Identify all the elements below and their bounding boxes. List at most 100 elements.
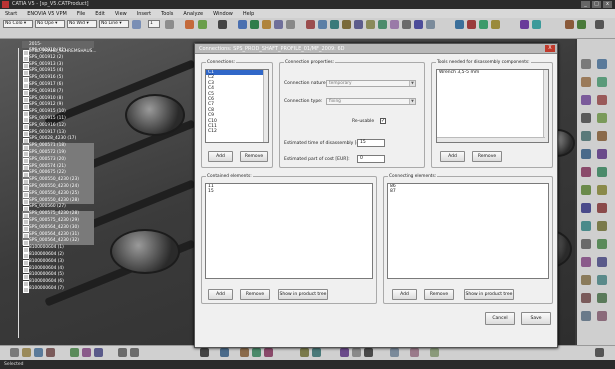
new-icon[interactable] xyxy=(10,348,19,357)
minimize-button[interactable]: _ xyxy=(581,1,590,8)
close-surface-icon[interactable] xyxy=(597,275,607,285)
isometric-icon[interactable] xyxy=(426,20,435,29)
section-icon[interactable] xyxy=(532,20,541,29)
type-select[interactable]: fixing ▼ xyxy=(326,98,416,105)
reusable-checkbox[interactable]: ✓ xyxy=(380,118,386,124)
camera-icon[interactable] xyxy=(364,348,373,357)
formula-icon[interactable] xyxy=(300,348,309,357)
tree-item[interactable]: SPS_000573 (20) xyxy=(22,156,94,165)
play-icon[interactable] xyxy=(286,20,295,29)
shaft-icon[interactable] xyxy=(581,95,591,105)
tree-item[interactable]: SPS_001915 (11) xyxy=(22,116,94,124)
vertical-scrollbar[interactable] xyxy=(543,70,548,142)
fly-mode-icon[interactable] xyxy=(200,348,209,357)
tree-item[interactable]: 8100000604 (2) xyxy=(22,252,94,260)
tree-item[interactable]: 8100000604 (6) xyxy=(22,279,94,287)
menu-analyze[interactable]: Analyze xyxy=(183,11,203,17)
shell-icon[interactable] xyxy=(597,149,607,159)
add-tool-button[interactable]: Add xyxy=(440,151,465,162)
zoom-bottom-icon[interactable] xyxy=(264,348,273,357)
sketch-icon[interactable] xyxy=(306,20,315,29)
plane-icon[interactable] xyxy=(597,59,607,69)
search-icon[interactable] xyxy=(410,348,419,357)
zoom-in-icon[interactable] xyxy=(330,20,339,29)
pointer-icon[interactable] xyxy=(218,20,227,29)
rotate-bottom-icon[interactable] xyxy=(252,348,261,357)
paint-icon[interactable] xyxy=(185,20,194,29)
links-icon[interactable] xyxy=(390,348,399,357)
connecting-elements-list[interactable]: 86 87 xyxy=(387,183,549,279)
menu-tools[interactable]: Tools xyxy=(161,11,173,17)
list-item[interactable]: C12 xyxy=(206,129,268,134)
sketcher-icon[interactable] xyxy=(581,59,591,69)
render-icon[interactable] xyxy=(366,20,375,29)
pattern-icon[interactable] xyxy=(597,167,607,177)
properties-icon[interactable] xyxy=(430,348,439,357)
menu-start[interactable]: Start xyxy=(5,11,17,17)
tree-item[interactable]: SPS_000550_4230 (24) xyxy=(22,183,94,192)
menu-window[interactable]: Window xyxy=(213,11,233,17)
close-window-button[interactable]: x xyxy=(603,1,612,8)
split-icon[interactable] xyxy=(581,203,591,213)
open-icon[interactable] xyxy=(22,348,31,357)
tree-item[interactable]: SPS_000571 (18) xyxy=(22,143,94,151)
pan-icon[interactable] xyxy=(318,20,327,29)
add-connecting-button[interactable]: Add xyxy=(392,289,417,300)
measure-icon[interactable] xyxy=(520,20,529,29)
cancel-button[interactable]: Cancel xyxy=(485,312,515,325)
remove-connection-button[interactable]: Remove xyxy=(240,151,268,162)
groove-icon[interactable] xyxy=(597,95,607,105)
add-contained-button[interactable]: Add xyxy=(208,289,233,300)
layer-combo[interactable]: 1 xyxy=(148,20,160,28)
dialog-close-button[interactable]: X xyxy=(545,45,555,52)
fillet-icon[interactable] xyxy=(581,131,591,141)
tree-item[interactable]: SPS_001916 (12) xyxy=(22,123,94,131)
remove-icon[interactable] xyxy=(597,221,607,231)
menu-insert[interactable]: Insert xyxy=(137,11,151,17)
cost-field[interactable]: 0 xyxy=(357,155,385,163)
tree-root-node[interactable]: 2015-07DT_PRAHB_SCHREMSHAUS... xyxy=(22,41,96,54)
rotate-icon[interactable] xyxy=(250,20,259,29)
show-connecting-in-tree-button[interactable]: Show in product tree xyxy=(464,289,514,300)
sew-icon[interactable] xyxy=(581,275,591,285)
normal-icon[interactable] xyxy=(414,20,423,29)
knowledge-icon[interactable] xyxy=(312,348,321,357)
vertical-scrollbar[interactable] xyxy=(263,70,268,142)
measure-item-icon[interactable] xyxy=(581,293,591,303)
contained-elements-list[interactable]: 11 15 xyxy=(205,183,373,279)
compass-icon[interactable] xyxy=(597,311,607,321)
remove-connecting-button[interactable]: Remove xyxy=(424,289,454,300)
hide-show-icon[interactable] xyxy=(378,20,387,29)
show-contained-in-tree-button[interactable]: Show in product tree xyxy=(278,289,328,300)
annotation-icon[interactable] xyxy=(581,311,591,321)
tools-list[interactable]: Wrench 3,5-5 mm xyxy=(436,69,549,143)
menu-edit[interactable]: Edit xyxy=(95,11,105,17)
constraint-icon[interactable] xyxy=(491,20,500,29)
add-connection-button[interactable]: Add xyxy=(208,151,233,162)
chamfer-icon[interactable] xyxy=(597,131,607,141)
undo-icon[interactable] xyxy=(118,348,127,357)
layer-icon[interactable] xyxy=(165,20,174,29)
settings-icon[interactable] xyxy=(595,20,604,29)
menu-file[interactable]: File xyxy=(77,11,85,17)
tree-item[interactable]: SPS_000575_4230 (28) xyxy=(22,211,94,219)
tree-item[interactable]: SPS_000572 (19) xyxy=(22,149,94,158)
time-field[interactable]: 15 xyxy=(357,139,385,147)
tree-item[interactable]: SPS_000550_4230 (25) xyxy=(22,190,94,199)
product-icon[interactable] xyxy=(455,20,464,29)
pad-icon[interactable] xyxy=(581,77,591,87)
zoom-out-icon[interactable] xyxy=(342,20,351,29)
tree-item[interactable]: SPS_001918 (7) xyxy=(22,89,94,97)
line-combo[interactable]: No Line ▾ xyxy=(99,20,129,28)
copy-icon[interactable] xyxy=(82,348,91,357)
tree-item[interactable]: SPS_000575_4230 (29) xyxy=(22,217,94,226)
tree-item[interactable]: 8100000604 (7) xyxy=(22,286,94,294)
zoom-icon[interactable] xyxy=(262,20,271,29)
tree-item[interactable]: SPS_000550_4230 (23) xyxy=(22,177,94,185)
list-item[interactable]: 87 xyxy=(388,189,548,194)
tree-item[interactable]: SPS_001917 (6) xyxy=(22,82,94,90)
save-icon[interactable] xyxy=(34,348,43,357)
measure-inertia-icon[interactable] xyxy=(597,293,607,303)
save-button[interactable]: Save xyxy=(521,312,551,325)
image-icon[interactable] xyxy=(352,348,361,357)
